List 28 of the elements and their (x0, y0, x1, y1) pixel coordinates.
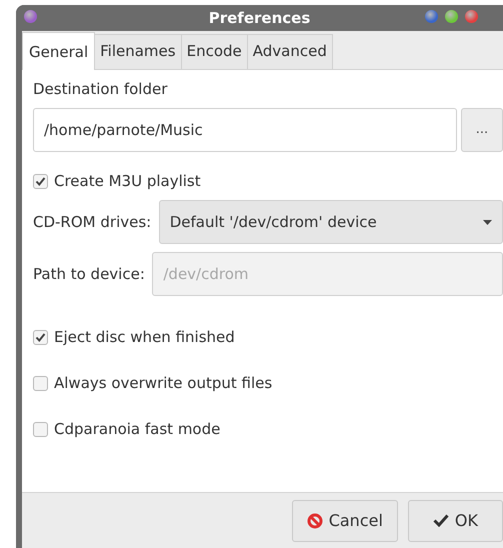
tab[interactable]: Filenames (94, 34, 182, 68)
dropdown[interactable]: Default '/dev/cdrom' device (158, 200, 503, 244)
checkbox-label: Always overwrite output files (54, 372, 272, 394)
tab[interactable]: Encode (180, 34, 248, 68)
ok-button[interactable]: OK (408, 500, 503, 542)
browse-button[interactable]: ... (461, 108, 503, 152)
checkmark-icon (432, 514, 449, 527)
circle-icon[interactable] (425, 10, 438, 23)
folder-field[interactable]: /home/parnote/Music (33, 108, 458, 152)
checkbox[interactable] (33, 174, 48, 188)
checkbox[interactable] (33, 376, 48, 390)
tab[interactable]: General (22, 32, 96, 70)
checkbox[interactable] (33, 422, 48, 436)
tab[interactable]: Advanced (246, 34, 333, 68)
checkbox-label: Eject disc when finished (54, 326, 235, 348)
checkbox[interactable] (33, 330, 48, 344)
caret-icon (483, 220, 492, 224)
menu-icon[interactable] (24, 10, 37, 23)
checkbox-label: Create M3U playlist (54, 170, 201, 192)
section-label: Destination folder (33, 78, 168, 100)
checkbox-label: Cdparanoia fast mode (54, 418, 220, 440)
circle-icon[interactable] (445, 10, 458, 23)
no-entry-icon (306, 512, 323, 528)
field-label: CD-ROM drives: (33, 212, 152, 233)
window-title: Preferences (208, 8, 310, 29)
close-icon[interactable] (465, 10, 478, 23)
cancel-button[interactable]: Cancel (292, 500, 398, 542)
field-label: Path to device: (33, 264, 145, 285)
